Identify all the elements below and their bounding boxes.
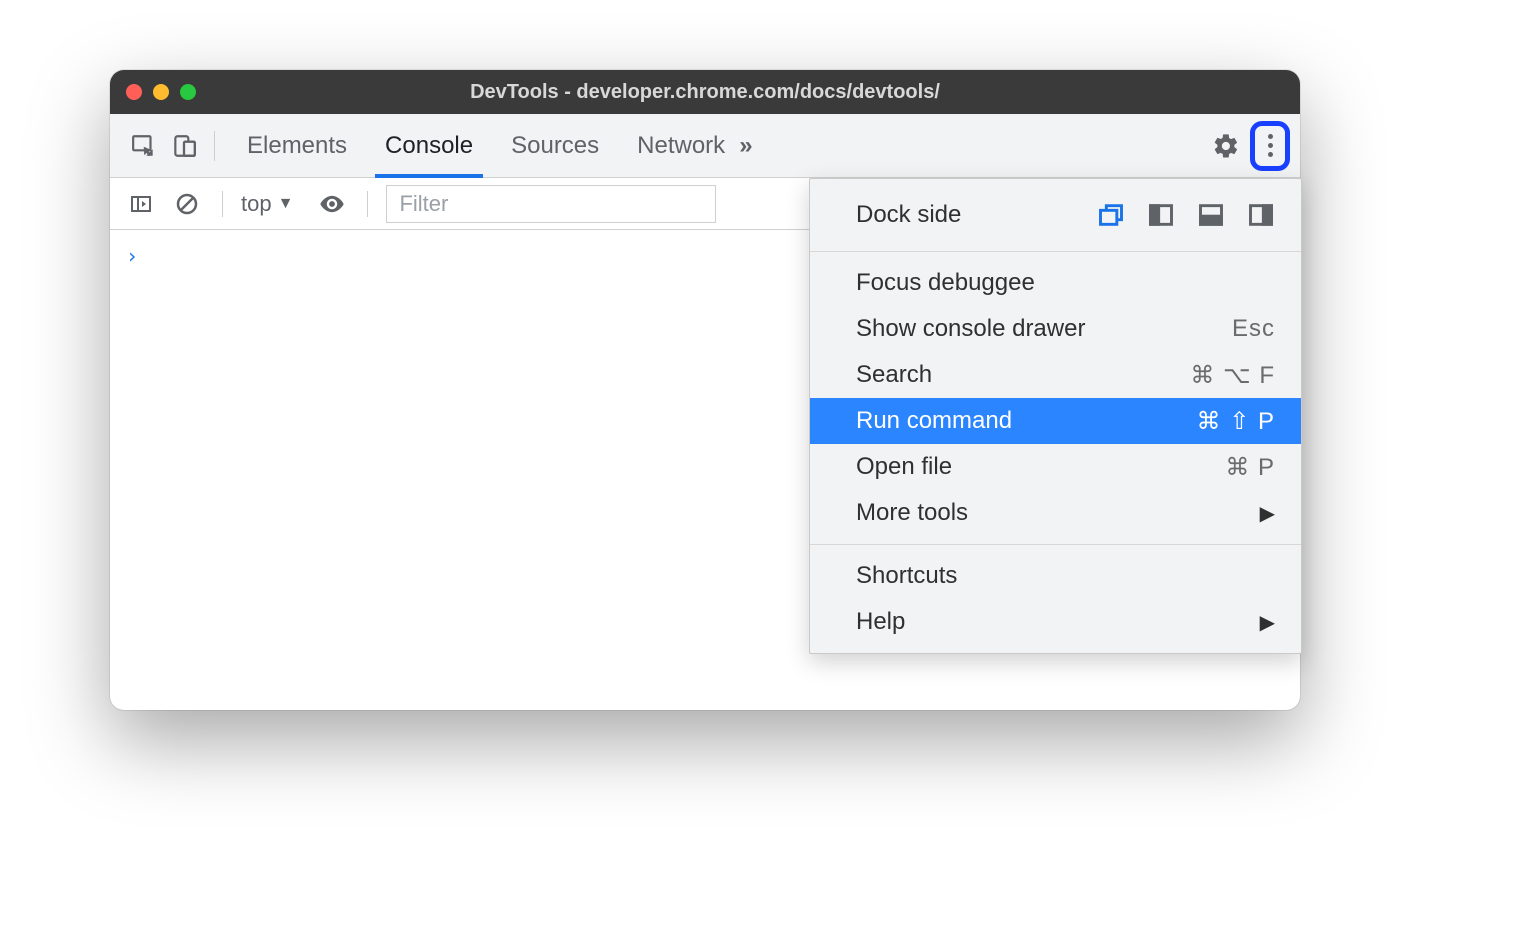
options-menu: Dock side [809, 178, 1302, 654]
kebab-icon [1268, 134, 1273, 157]
device-toolbar-icon[interactable] [164, 126, 204, 166]
console-prompt: › [126, 244, 138, 268]
menu-focus-debuggee[interactable]: Focus debuggee [810, 260, 1301, 306]
more-tabs-icon[interactable]: » [725, 132, 766, 160]
close-window-button[interactable] [126, 84, 142, 100]
toggle-sidebar-icon[interactable] [124, 187, 158, 221]
context-selector[interactable]: top ▼ [241, 191, 293, 217]
main-toolbar: Elements Console Sources Network » [110, 114, 1300, 178]
menu-more-tools[interactable]: More tools ▶ [810, 490, 1301, 536]
live-expression-icon[interactable] [315, 187, 349, 221]
subtoolbar-divider-2 [367, 191, 368, 217]
menu-show-console-drawer[interactable]: Show console drawer Esc [810, 306, 1301, 352]
menu-search[interactable]: Search ⌘ ⌥ F [810, 352, 1301, 398]
dock-undock-icon[interactable] [1097, 201, 1125, 229]
dock-left-icon[interactable] [1147, 201, 1175, 229]
filter-input[interactable] [386, 185, 716, 223]
toolbar-divider [214, 131, 215, 161]
clear-console-icon[interactable] [170, 187, 204, 221]
menu-shortcuts[interactable]: Shortcuts [810, 553, 1301, 599]
maximize-window-button[interactable] [180, 84, 196, 100]
chevron-right-icon: ▶ [1260, 501, 1275, 526]
window-controls [126, 84, 196, 100]
tab-console[interactable]: Console [385, 114, 473, 177]
settings-gear-icon[interactable] [1206, 126, 1246, 166]
titlebar: DevTools - developer.chrome.com/docs/dev… [110, 70, 1300, 114]
window-title: DevTools - developer.chrome.com/docs/dev… [470, 81, 940, 104]
context-label: top [241, 191, 272, 217]
caret-down-icon: ▼ [278, 195, 294, 213]
inspect-element-icon[interactable] [124, 126, 164, 166]
dock-bottom-icon[interactable] [1197, 201, 1225, 229]
dock-right-icon[interactable] [1247, 201, 1275, 229]
more-options-button[interactable] [1250, 121, 1290, 171]
devtools-window: DevTools - developer.chrome.com/docs/dev… [110, 70, 1300, 710]
tab-sources[interactable]: Sources [511, 114, 599, 177]
panel-tabs: Elements Console Sources Network [247, 114, 725, 177]
menu-open-file[interactable]: Open file ⌘ P [810, 444, 1301, 490]
menu-run-command[interactable]: Run command ⌘ ⇧ P [810, 398, 1301, 444]
chevron-right-icon: ▶ [1260, 610, 1275, 635]
tab-elements[interactable]: Elements [247, 114, 347, 177]
dock-side-row: Dock side [810, 187, 1301, 243]
menu-help[interactable]: Help ▶ [810, 599, 1301, 645]
dock-side-label: Dock side [856, 201, 1083, 229]
tab-network[interactable]: Network [637, 114, 725, 177]
subtoolbar-divider [222, 191, 223, 217]
minimize-window-button[interactable] [153, 84, 169, 100]
